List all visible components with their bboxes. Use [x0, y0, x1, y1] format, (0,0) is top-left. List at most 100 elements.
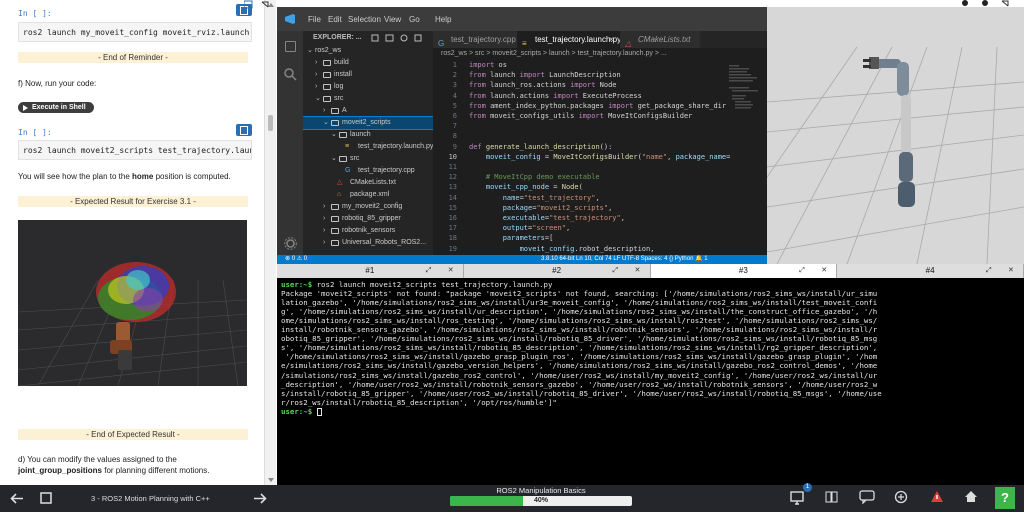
menu-selection[interactable]: Selection — [348, 15, 381, 24]
terminal-tab-2[interactable]: #2 ⤢ ✕ — [463, 264, 651, 278]
code-line[interactable]: from launch import LaunchDescription — [469, 71, 621, 79]
code-line[interactable]: output="screen", — [469, 224, 570, 232]
terminal-tab-1[interactable]: #1 ⤢ ✕ — [277, 264, 464, 278]
menu-help[interactable]: Help — [435, 15, 451, 24]
screen-share-icon[interactable] — [790, 490, 806, 506]
menu-file[interactable]: File — [308, 15, 321, 24]
lesson-title[interactable]: 3 - ROS2 Motion Planning with C++ — [91, 494, 210, 503]
copy-code-icon[interactable] — [236, 124, 252, 136]
tree-item[interactable]: › build — [303, 57, 433, 69]
code-line[interactable]: moveit_config = MoveItConfigsBuilder("na… — [469, 153, 731, 161]
code-line[interactable]: name="test_trajectory", — [469, 194, 600, 202]
tab-test-trajectory-launch-py[interactable]: ≡ test_trajectory.launch.py × — [517, 31, 621, 48]
tab-cmakelists[interactable]: △ CMakeLists.txt — [620, 31, 700, 48]
tree-item[interactable]: ⌄ src — [303, 93, 433, 105]
chevron-down-icon[interactable]: ⌄ — [323, 117, 329, 129]
home-icon[interactable] — [964, 490, 978, 503]
close-icon[interactable]: ✕ — [448, 264, 454, 278]
code-line[interactable]: from ament_index_python.packages import … — [469, 102, 726, 110]
search-icon[interactable] — [284, 68, 297, 81]
chevron-right-icon[interactable]: › — [315, 69, 317, 81]
tree-item[interactable]: › my_moveit2_config — [303, 201, 433, 213]
ai-assistant-icon[interactable] — [894, 490, 908, 504]
gazebo-simulation-view[interactable] — [767, 7, 1024, 264]
help-button[interactable]: ? — [995, 487, 1015, 509]
terminal-output-line: install/robotnik_sensors_gazebo', '/home… — [281, 325, 878, 335]
code-line[interactable]: def generate_launch_description(): — [469, 143, 612, 151]
tree-item[interactable]: ≡ test_trajectory.launch.py — [303, 141, 433, 153]
report-issue-icon[interactable] — [930, 490, 944, 503]
problems-status[interactable]: ⊗ 0 ⚠ 0 — [285, 255, 307, 264]
explorer-actions-icons[interactable] — [371, 34, 429, 42]
forward-arrow-icon[interactable] — [253, 493, 267, 504]
tree-item[interactable]: › A — [303, 105, 433, 117]
tree-item[interactable]: › log — [303, 81, 433, 93]
code-line[interactable]: from launch.actions import ExecuteProces… — [469, 92, 642, 100]
expand-icon[interactable]: ⤢ — [799, 264, 805, 278]
terminal-tab-3[interactable]: #3 ⤢ ✕ — [650, 264, 838, 278]
code-line[interactable]: parameters=[ — [469, 234, 554, 242]
tree-item[interactable]: ⌂ package.xml — [303, 189, 433, 201]
notebook-toggle-icon[interactable] — [40, 492, 52, 504]
code-cell[interactable]: ros2 launch moveit2_scripts test_traject… — [18, 140, 252, 160]
editor-status-info[interactable]: 3.8.10 64-bit Ln 10, Col 74 LF UTF-8 Spa… — [541, 255, 708, 264]
chevron-right-icon[interactable]: › — [323, 213, 325, 225]
tree-item[interactable]: ⌄ src — [303, 153, 433, 165]
chevron-right-icon[interactable]: › — [323, 237, 325, 249]
menu-view[interactable]: View — [384, 15, 401, 24]
expand-icon[interactable]: ⤢ — [986, 264, 992, 278]
chevron-down-icon[interactable]: ⌄ — [331, 153, 337, 165]
close-icon[interactable]: ✕ — [1008, 264, 1014, 278]
chevron-down-icon[interactable]: ⌄ — [331, 129, 337, 141]
code-line[interactable]: from launch_ros.actions import Node — [469, 81, 617, 89]
chevron-right-icon[interactable]: › — [315, 81, 317, 93]
close-icon[interactable]: × — [609, 31, 614, 48]
scroll-down-icon[interactable] — [268, 478, 274, 482]
close-icon[interactable]: ✕ — [821, 264, 827, 278]
code-line[interactable]: # MoveItCpp demo executable — [469, 173, 600, 181]
tree-item[interactable]: ⌄ ros2_ws — [303, 45, 433, 57]
code-line[interactable]: executable="test_trajectory", — [469, 214, 625, 222]
scroll-thumb[interactable] — [268, 115, 273, 131]
tree-item[interactable]: › install — [303, 69, 433, 81]
code-line[interactable]: moveit_cpp_node = Node( — [469, 183, 583, 191]
book-icon[interactable] — [825, 491, 839, 503]
back-arrow-icon[interactable] — [10, 493, 24, 504]
expand-icon[interactable]: ⤢ — [426, 264, 432, 278]
notebook-window-icons[interactable] — [244, 0, 276, 9]
chevron-right-icon[interactable]: › — [323, 105, 325, 117]
terminal-prompt-line[interactable]: user:~$ — [281, 407, 322, 416]
breadcrumb[interactable]: ros2_ws > src > moveit2_scripts > launch… — [433, 48, 767, 59]
tree-item[interactable]: › robotnik_sensors — [303, 225, 433, 237]
tab-test-trajectory-cpp[interactable]: Gtest_trajectory.cpp — [433, 31, 517, 48]
tree-item[interactable]: Gtest_trajectory.cpp — [303, 165, 433, 177]
terminal-shell[interactable]: user:~$ ros2 launch moveit2_scripts test… — [277, 278, 1024, 485]
menu-edit[interactable]: Edit — [328, 15, 342, 24]
menu-go[interactable]: Go — [409, 15, 420, 24]
chevron-down-icon[interactable]: ⌄ — [315, 93, 321, 105]
gear-icon[interactable] — [284, 237, 297, 250]
chat-icon[interactable] — [859, 490, 875, 504]
terminal-tab-4[interactable]: #4 ⤢ ✕ — [837, 264, 1024, 278]
minimap[interactable] — [729, 65, 759, 125]
tree-item[interactable]: ⌄ moveit2_scripts — [303, 116, 433, 130]
notebook-scrollbar[interactable] — [264, 0, 276, 485]
chevron-right-icon[interactable]: › — [323, 225, 325, 237]
chevron-right-icon[interactable]: › — [315, 57, 317, 69]
tree-item[interactable]: ⌄ launch — [303, 129, 433, 141]
code-line[interactable]: import os — [469, 61, 507, 69]
code-line[interactable]: moveit_config.robot_description, — [469, 245, 655, 253]
explorer-icon[interactable] — [285, 41, 296, 52]
close-icon[interactable]: ✕ — [635, 264, 641, 278]
chevron-down-icon[interactable]: ⌄ — [307, 45, 313, 57]
tree-item[interactable]: › Universal_Robots_ROS2... — [303, 237, 433, 249]
code-line[interactable]: from moveit_configs_utils import MoveItC… — [469, 112, 692, 120]
tree-item[interactable]: △ CMakeLists.txt — [303, 177, 433, 189]
expand-icon[interactable]: ⤢ — [613, 264, 619, 278]
code-line[interactable]: package="moveit2_scripts", — [469, 204, 613, 212]
tree-item[interactable]: › robotiq_85_gripper — [303, 213, 433, 225]
chevron-right-icon[interactable]: › — [323, 201, 325, 213]
code-editor[interactable]: 1 import os 2 from launch import LaunchDesc… — [433, 59, 767, 255]
code-cell[interactable]: ros2 launch my_moveit_config moveit_rviz… — [18, 22, 252, 42]
execute-in-shell-button[interactable]: Execute in Shell #3 — [18, 102, 94, 122]
